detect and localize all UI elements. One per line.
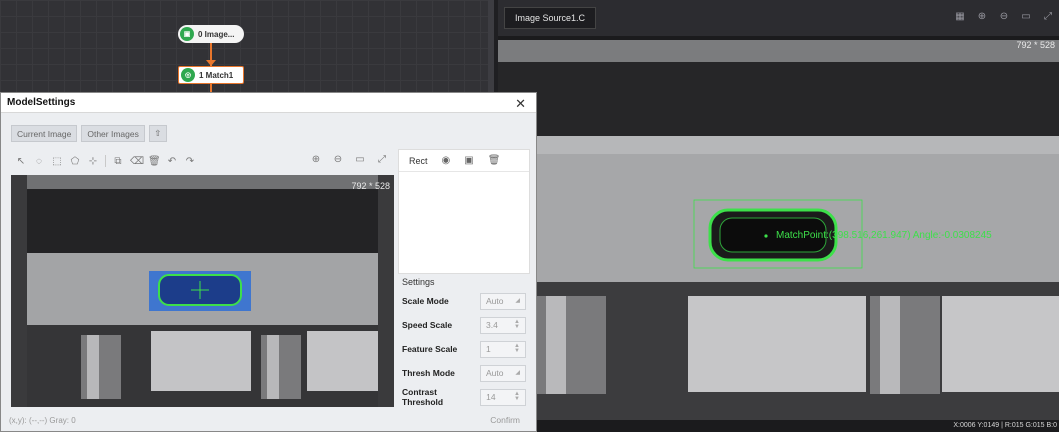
flow-node-label: 1 Match1 <box>199 70 234 80</box>
actual-size-icon[interactable]: ▭ <box>1019 10 1033 24</box>
close-icon[interactable]: ✕ <box>515 96 526 112</box>
delete-icon[interactable]: 🗑 <box>148 156 161 167</box>
image-source-toolbar: Image Source1.C ▦ ⊕ ⊖ ▭ ⤢ <box>498 0 1059 36</box>
mask-tool-icon[interactable]: ⧉ <box>112 156 124 167</box>
add-shape-icon[interactable]: ▣ <box>464 155 473 166</box>
dialog-footer: (x,y): (--,--) Gray: 0 Confirm <box>1 409 536 431</box>
zoom-out-icon[interactable]: ⊖ <box>332 154 344 165</box>
resize-grip-icon: ◢ <box>515 369 520 376</box>
settings-panel: Settings Scale Mode Auto ◢ Speed Scale 3… <box>398 274 530 408</box>
setting-scale-mode: Scale Mode Auto ◢ <box>398 289 530 313</box>
setting-feature-scale: Feature Scale 1 ▲ ▼ <box>398 337 530 361</box>
spinner-arrows-icon[interactable]: ▲ ▼ <box>514 343 520 354</box>
tab-current-image[interactable]: Current Image <box>11 125 78 142</box>
dialog-title-bar: ModelSettings ✕ <box>1 93 536 113</box>
model-image-canvas[interactable]: 792 * 528 <box>11 175 394 407</box>
match-node-icon: ◎ <box>181 68 195 82</box>
shape-label: Rect <box>409 155 428 166</box>
zoom-out-icon[interactable]: ⊖ <box>997 10 1011 24</box>
speed-scale-stepper[interactable]: 3.4 ▲ ▼ <box>480 316 526 334</box>
setting-value: 1 <box>486 344 491 354</box>
delete-shape-icon[interactable]: 🗑 <box>488 155 501 166</box>
setting-value: Auto <box>486 368 504 378</box>
scale-mode-select[interactable]: Auto ◢ <box>480 292 526 310</box>
select-arrow-icon[interactable]: ↖ <box>15 156 27 167</box>
feature-scale-stepper[interactable]: 1 ▲ ▼ <box>480 340 526 358</box>
shape-list-panel: Rect ◉ ▣ 🗑 <box>398 149 530 274</box>
eraser-icon[interactable]: ⌫ <box>130 156 144 167</box>
setting-speed-scale: Speed Scale 3.4 ▲ ▼ <box>398 313 530 337</box>
confirm-button[interactable]: Confirm <box>482 412 528 428</box>
setting-label: Feature Scale <box>402 344 458 354</box>
zoom-in-icon[interactable]: ⊕ <box>310 154 322 165</box>
setting-label: Thresh Mode <box>402 368 455 378</box>
model-settings-dialog: ModelSettings ✕ Current Image Other Imag… <box>0 92 537 432</box>
setting-value: 3.4 <box>486 320 498 330</box>
resize-grip-icon: ◢ <box>515 297 520 304</box>
setting-contrast-threshold: Contrast Threshold 14 ▲ ▼ <box>398 385 530 409</box>
image-source-panel: Image Source1.C ▦ ⊕ ⊖ ▭ ⤢ MatchPoint:(39… <box>498 0 1059 432</box>
editor-toolbar: ↖ ◌ ⬚ ⬠ ⊹ ⧉ ⌫ 🗑 ↶ ↷ ⊕ ⊖ ▭ ⤢ <box>11 149 394 173</box>
model-image-resolution: 792 * 528 <box>351 181 390 191</box>
contrast-threshold-stepper[interactable]: 14 ▲ ▼ <box>480 388 526 406</box>
actual-size-icon[interactable]: ▭ <box>354 154 366 165</box>
flow-node-image[interactable]: ▣ 0 Image... <box>178 25 244 43</box>
setting-thresh-mode: Thresh Mode Auto ◢ <box>398 361 530 385</box>
image-source-tab[interactable]: Image Source1.C <box>504 7 597 29</box>
spinner-arrows-icon[interactable]: ▲ ▼ <box>514 391 520 402</box>
upload-icon[interactable]: ⇧ <box>148 125 167 142</box>
eye-icon[interactable]: ◉ <box>442 155 451 166</box>
redo-icon[interactable]: ↷ <box>184 156 196 167</box>
setting-label: Scale Mode <box>402 296 449 306</box>
image-node-icon: ▣ <box>180 27 194 41</box>
image-resolution: 792 * 528 <box>1016 40 1055 50</box>
view-tools: ▦ ⊕ ⊖ ▭ ⤢ <box>953 10 1055 24</box>
setting-value: Auto <box>486 296 504 306</box>
image-tabs: Current Image Other Images ⇧ <box>11 125 167 142</box>
fit-icon[interactable]: ⤢ <box>376 154 388 165</box>
fit-icon[interactable]: ⤢ <box>1041 10 1055 24</box>
setting-label: Speed Scale <box>402 320 453 330</box>
shape-row[interactable]: Rect ◉ ▣ 🗑 <box>399 150 529 172</box>
match-result-label: MatchPoint:(398.516,261.947) Angle:-0.03… <box>776 230 992 241</box>
setting-value: 14 <box>486 392 496 402</box>
cursor-status: (x,y): (--,--) Gray: 0 <box>9 415 76 425</box>
dialog-title: ModelSettings <box>7 97 76 108</box>
editor-view-tools: ⊕ ⊖ ▭ ⤢ <box>310 154 388 165</box>
zoom-in-icon[interactable]: ⊕ <box>975 10 989 24</box>
model-image[interactable] <box>11 175 394 407</box>
toolbar-separator <box>105 155 106 167</box>
flow-node-label: 0 Image... <box>198 29 235 39</box>
polygon-tool-icon[interactable]: ⬠ <box>69 156 81 167</box>
flow-node-match[interactable]: ◎ 1 Match1 <box>178 66 244 84</box>
setting-label: Contrast Threshold <box>402 387 444 407</box>
spinner-arrows-icon[interactable]: ▲ ▼ <box>514 319 520 330</box>
thresh-mode-select[interactable]: Auto ◢ <box>480 364 526 382</box>
tab-other-images[interactable]: Other Images <box>81 125 145 142</box>
center-tool-icon[interactable]: ⊹ <box>87 156 99 167</box>
pixel-status: X:0006 Y:0149 | R:015 G:015 B:0 <box>498 420 1059 432</box>
circle-tool-icon[interactable]: ◌ <box>33 156 45 167</box>
undo-icon[interactable]: ↶ <box>166 156 178 167</box>
rect-tool-icon[interactable]: ⬚ <box>51 156 63 167</box>
settings-title: Settings <box>402 277 435 287</box>
flow-canvas[interactable]: ▣ 0 Image... ◎ 1 Match1 <box>0 0 488 92</box>
grid-icon[interactable]: ▦ <box>953 10 967 24</box>
